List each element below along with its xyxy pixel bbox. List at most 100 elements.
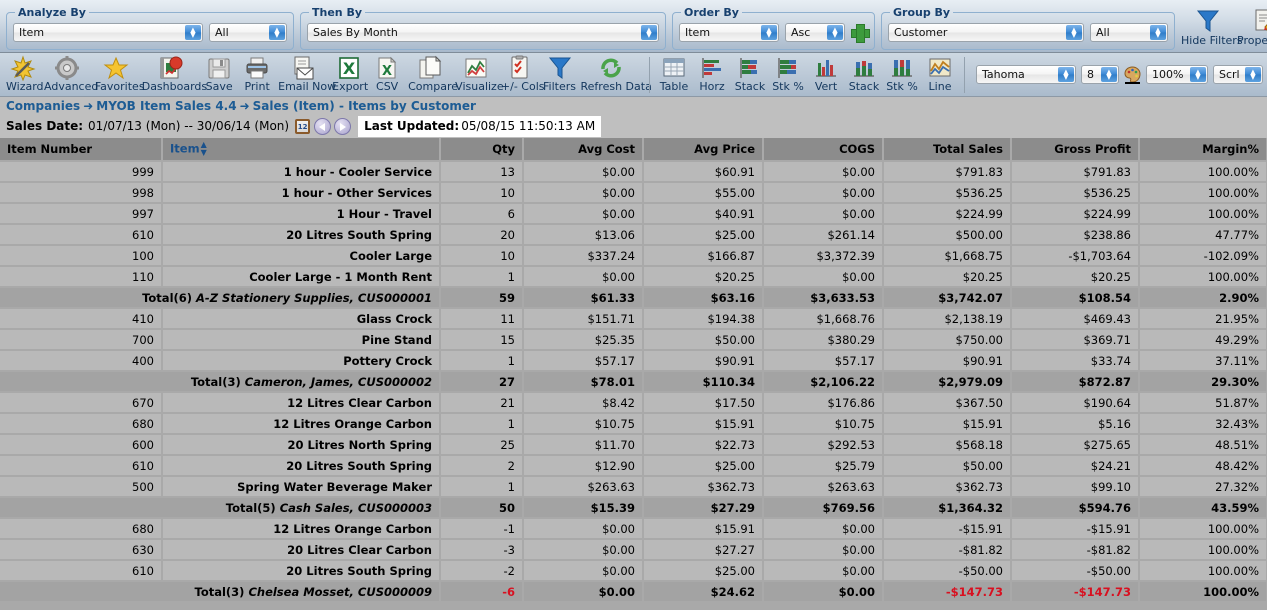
table-row[interactable]: 410 Glass Crock 11 $151.71 $194.38 $1,668.76 $… (0, 308, 1267, 330)
analyze-by-select[interactable]: Item ▲ ▼ (13, 23, 203, 42)
cell-margin_pct: 32.43% (1139, 413, 1267, 435)
table-row[interactable]: 998 1 hour - Other Services 10 $0.00 $55.00 $… (0, 182, 1267, 204)
cell-cogs: $3,372.39 (763, 245, 884, 267)
toolbar-dashboards[interactable]: Dashboards (140, 55, 207, 92)
cell-item: 12 Litres Orange Carbon (162, 413, 441, 435)
calendar-icon[interactable]: 12 (295, 118, 311, 134)
properties-button[interactable]: Properties (1237, 6, 1267, 47)
view-horz-stack[interactable]: Stack (731, 55, 769, 92)
table-row[interactable]: 999 1 hour - Cooler Service 13 $0.00 $60.91 $… (0, 161, 1267, 183)
table-row[interactable]: 997 1 Hour - Travel 6 $0.00 $40.91 $0.00 $224.… (0, 203, 1267, 225)
column-header-avg_cost[interactable]: Avg Cost (523, 138, 644, 162)
column-header-avg_price[interactable]: Avg Price (643, 138, 764, 162)
view-horz[interactable]: Horz (693, 55, 731, 92)
breadcrumb-item-report-set[interactable]: MYOB Item Sales 4.4 (96, 99, 236, 113)
toolbar-print[interactable]: Print (238, 55, 276, 92)
analyze-by-scope-select[interactable]: All ▲ ▼ (209, 23, 287, 42)
cell-avg_cost: $25.35 (523, 329, 644, 351)
prev-arrow-icon[interactable] (314, 117, 332, 135)
order-by-group: Order By Item ▲ ▼ Asc ▲ ▼ (672, 6, 875, 50)
toolbar-compare[interactable]: Compare (406, 55, 458, 92)
table-row[interactable]: 680 12 Litres Orange Carbon -1 $0.00 $15.91 $… (0, 518, 1267, 540)
cell-qty: -1 (440, 518, 524, 540)
font-family-select[interactable]: Tahoma ▲ ▼ (976, 65, 1076, 84)
toolbar-wizard[interactable]: Wizard (4, 55, 44, 92)
view-vert[interactable]: Vert (807, 55, 845, 92)
then-by-select[interactable]: Sales By Month ▲ ▼ (307, 23, 659, 42)
column-header-item[interactable]: Item ▲ ▼ (162, 138, 441, 162)
view-vert-pct[interactable]: Stk % (883, 55, 921, 92)
toolbar-refresh-data[interactable]: Refresh Data (579, 55, 652, 92)
column-header-item_number[interactable]: Item Number (0, 138, 163, 162)
cell-margin_pct: 100.00% (1139, 518, 1267, 540)
view-vert-stack[interactable]: Stack (845, 55, 883, 92)
order-direction-select[interactable]: Asc ▲ ▼ (785, 23, 845, 42)
table-row[interactable]: 100 Cooler Large 10 $337.24 $166.87 $3,372.39… (0, 245, 1267, 267)
table-row[interactable]: 700 Pine Stand 15 $25.35 $50.00 $380.29 $750.0… (0, 329, 1267, 351)
table-row[interactable]: 110 Cooler Large - 1 Month Rent 1 $0.00 $20.… (0, 266, 1267, 288)
cell-avg_cost: $0.00 (523, 518, 644, 540)
cell-item_number: 610 (0, 560, 163, 582)
total-group-name: Cameron, James, CUS000002 (244, 374, 432, 389)
table-row[interactable]: 610 20 Litres South Spring 2 $12.90 $25.00 $2… (0, 455, 1267, 477)
toolbar-visualize[interactable]: Visualize (453, 55, 504, 92)
order-by-legend: Order By (684, 6, 739, 19)
column-header-qty[interactable]: Qty (440, 138, 524, 162)
table-row[interactable]: 670 12 Litres Clear Carbon 21 $8.42 $17.50 $1… (0, 392, 1267, 414)
next-arrow-icon[interactable] (334, 117, 352, 135)
group-by-scope-select[interactable]: All ▲ ▼ (1090, 23, 1168, 42)
column-header-gross_profit[interactable]: Gross Profit (1011, 138, 1140, 162)
table-body: 999 1 hour - Cooler Service 13 $0.00 $60.91 $… (0, 161, 1267, 603)
toolbar-email-now[interactable]: Email Now (276, 55, 336, 92)
format-controls: Tahoma ▲ ▼ 8 ▲ ▼ 100% ▲ ▼ Scrl ▲ ▼ (976, 55, 1263, 84)
toolbar-separator (649, 57, 650, 93)
table-row[interactable]: 630 20 Litres Clear Carbon -3 $0.00 $27.27 $0… (0, 539, 1267, 561)
cell-gross_profit: -$15.91 (1011, 518, 1140, 540)
cell-gross_profit: $224.99 (1011, 203, 1140, 225)
color-palette-icon[interactable] (1124, 65, 1141, 84)
cell-margin_pct: 37.11% (1139, 350, 1267, 372)
font-size-select[interactable]: 8 ▲ ▼ (1081, 65, 1119, 84)
view-horz-pct[interactable]: Stk % (769, 55, 807, 92)
cell-avg_cost: $8.42 (523, 392, 644, 414)
cell-avg_cost: $0.00 (523, 161, 644, 183)
chevron-updown-icon: ▲ ▼ (1190, 67, 1206, 82)
table-row[interactable]: 600 20 Litres North Spring 25 $11.70 $22.73 $… (0, 434, 1267, 456)
group-by-select[interactable]: Customer ▲ ▼ (888, 23, 1084, 42)
table-row[interactable]: 500 Spring Water Beverage Maker 1 $263.63 $3… (0, 476, 1267, 498)
toolbar-columns[interactable]: +/- Cols (499, 55, 545, 92)
toolbar-filters[interactable]: Filters (541, 55, 579, 92)
order-by-select[interactable]: Item ▲ ▼ (679, 23, 779, 42)
toolbar-save[interactable]: Save (200, 55, 238, 92)
cell-cogs: $263.63 (763, 476, 884, 498)
column-header-cogs[interactable]: COGS (763, 138, 884, 162)
view-table[interactable]: Table (655, 55, 693, 92)
toolbar-favorites[interactable]: Favorites (93, 55, 145, 92)
total-count: Total(3) (194, 584, 249, 599)
cell-gross_profit: -$50.00 (1011, 560, 1140, 582)
total-cell-total_sales: -$147.73 (883, 581, 1012, 603)
add-order-button[interactable] (851, 24, 870, 43)
toolbar-advanced[interactable]: Advanced (42, 55, 98, 92)
scroll-mode-select[interactable]: Scrl ▲ ▼ (1213, 65, 1263, 84)
breadcrumb-item-companies[interactable]: Companies (6, 99, 80, 113)
view-line[interactable]: Line (921, 55, 959, 92)
cell-qty: 25 (440, 434, 524, 456)
column-header-margin_pct[interactable]: Margin% (1139, 138, 1267, 162)
toolbar-export[interactable]: X Export (330, 55, 368, 92)
cell-cogs: $0.00 (763, 161, 884, 183)
column-header-total_sales[interactable]: Total Sales (883, 138, 1012, 162)
table-row[interactable]: 610 20 Litres South Spring 20 $13.06 $25.00 $… (0, 224, 1267, 246)
table-row[interactable]: 400 Pottery Crock 1 $57.17 $90.91 $57.17 $90.9… (0, 350, 1267, 372)
cell-avg_cost: $0.00 (523, 266, 644, 288)
zoom-select[interactable]: 100% ▲ ▼ (1146, 65, 1208, 84)
breadcrumb-item-report[interactable]: Sales (Item) - Items by Customer (253, 99, 476, 113)
table-row[interactable]: 680 12 Litres Orange Carbon 1 $10.75 $15.91 $… (0, 413, 1267, 435)
total-cell-avg_price: $24.62 (643, 581, 764, 603)
cell-total_sales: $224.99 (883, 203, 1012, 225)
total-cell-total_sales: $2,979.09 (883, 371, 1012, 393)
table-row[interactable]: 610 20 Litres South Spring -2 $0.00 $25.00 $0… (0, 560, 1267, 582)
toolbar-csv[interactable]: X CSV (368, 55, 406, 92)
hide-filters-button[interactable]: Hide Filters (1181, 6, 1243, 47)
svg-text:X: X (382, 64, 392, 79)
